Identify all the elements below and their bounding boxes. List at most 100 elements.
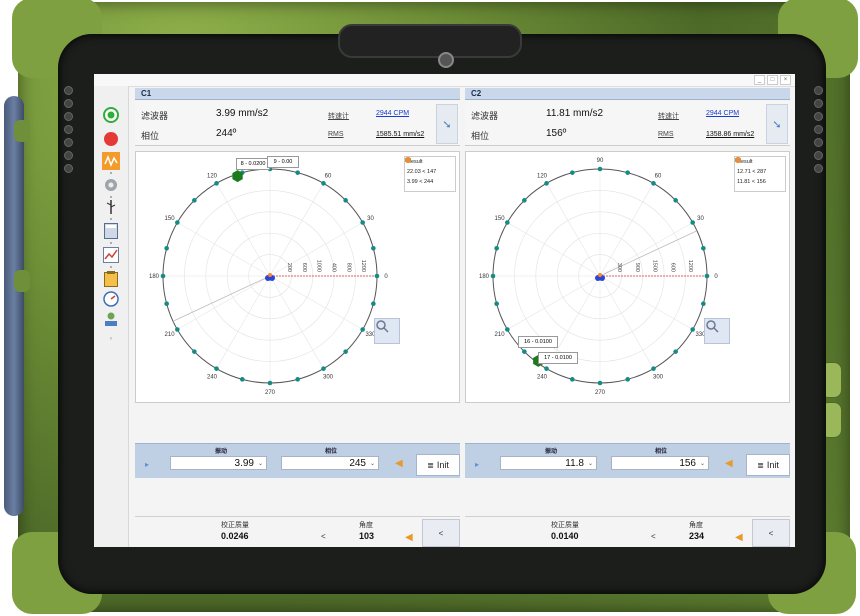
trial-point xyxy=(343,198,348,203)
trial-point xyxy=(371,246,376,251)
trial-point xyxy=(214,181,219,186)
maximize-button[interactable]: □ xyxy=(767,75,778,85)
trial-point xyxy=(570,170,575,175)
grid-spoke xyxy=(269,183,324,277)
camera-icon xyxy=(438,52,454,68)
grid-spoke xyxy=(216,275,271,369)
init-button[interactable]: ≣ Init xyxy=(746,454,790,476)
spinner-icon[interactable]: ⌄ xyxy=(258,457,263,471)
clipboard-icon[interactable] xyxy=(102,270,120,288)
phase-value: 156º xyxy=(546,128,567,139)
legend-entry: 12.71 < 287 xyxy=(737,169,767,175)
radial-tick-label: 200 xyxy=(286,263,292,272)
speaker-icon[interactable]: ◀ xyxy=(405,532,413,543)
trial-point xyxy=(490,273,496,279)
trial-point xyxy=(175,220,180,225)
trial-point xyxy=(192,198,197,203)
vibration-input[interactable]: 11.8 ⌄ xyxy=(500,456,597,470)
list-icon: ≣ xyxy=(427,460,434,470)
tachometer-value[interactable]: 2944 CPM xyxy=(706,110,739,117)
angle-tick-label: 300 xyxy=(653,374,664,380)
panel-title: C2 xyxy=(465,88,790,100)
zoom-icon[interactable] xyxy=(374,318,400,344)
angle-tick-label: 210 xyxy=(495,332,506,338)
filter-label: 滤波器 xyxy=(471,111,499,121)
filter-value: 3.99 mm/s2 xyxy=(216,108,269,119)
stylus-pen xyxy=(4,96,24,516)
back-button[interactable]: < xyxy=(752,519,790,547)
play-arrow-icon[interactable]: ▸ xyxy=(145,460,149,469)
stop-icon[interactable] xyxy=(102,130,120,148)
legend-entry: 11.81 < 156 xyxy=(737,179,766,185)
calculator-icon[interactable] xyxy=(102,222,120,240)
trend-icon[interactable] xyxy=(102,246,120,264)
tachometer-value[interactable]: 2944 CPM xyxy=(376,110,409,117)
user-icon[interactable] xyxy=(102,310,120,328)
angle-label: 角度 xyxy=(689,522,703,529)
trial-point xyxy=(522,198,527,203)
gear-icon[interactable] xyxy=(102,176,120,194)
phase-input[interactable]: 156 ⌄ xyxy=(611,456,709,470)
trial-point xyxy=(295,170,300,175)
correction-mass-label: 校正质量 xyxy=(221,522,249,529)
side-clip xyxy=(14,270,30,292)
angle-tick-label: 0 xyxy=(714,274,718,280)
spinner-icon[interactable]: ⌄ xyxy=(700,457,705,471)
rms-label: RMS xyxy=(658,131,674,138)
minimize-button[interactable]: _ xyxy=(754,75,765,85)
zoom-icon[interactable] xyxy=(704,318,730,344)
tooltip: 16 - 0.0100 xyxy=(518,336,558,348)
less-than-symbol: < xyxy=(651,532,656,541)
phase-input[interactable]: 245 ⌄ xyxy=(281,456,379,470)
vibration-input[interactable]: 3.99 ⌄ xyxy=(170,456,267,470)
trial-point xyxy=(267,380,273,386)
start-icon[interactable] xyxy=(102,106,120,124)
toolbar-collapse-icon[interactable]: ‹ xyxy=(102,330,120,348)
speaker-icon[interactable]: ◀ xyxy=(395,458,403,469)
gauge-icon[interactable] xyxy=(102,290,120,308)
filter-value: 11.81 mm/s2 xyxy=(546,108,604,119)
trial-point xyxy=(570,377,575,382)
vibration-input-value: 3.99 xyxy=(234,458,254,469)
angle-tick-label: 270 xyxy=(595,390,606,396)
tooltip: 17 - 0.0100 xyxy=(538,352,578,364)
trial-point xyxy=(505,327,510,332)
radial-tick-label: 1200 xyxy=(360,260,366,272)
input-bar: 振动 相位 ▸ 11.8 ⌄ 156 ⌄ ◀ ≣ Init xyxy=(465,443,790,478)
correction-mass-value: 0.0140 xyxy=(551,531,579,541)
less-than-symbol: < xyxy=(321,532,326,541)
expand-arrow-icon[interactable]: ➘ xyxy=(766,104,788,144)
back-button[interactable]: < xyxy=(422,519,460,547)
close-button[interactable]: × xyxy=(780,75,791,85)
angle-tick-label: 60 xyxy=(655,174,662,180)
angle-tick-label: 150 xyxy=(165,216,176,222)
trial-point xyxy=(164,301,169,306)
grid-spoke xyxy=(177,275,271,330)
speaker-icon[interactable]: ◀ xyxy=(735,532,743,543)
trial-point xyxy=(597,166,603,172)
left-toolbar: ‹ xyxy=(94,86,129,547)
wave-icon[interactable] xyxy=(102,152,120,170)
speaker-icon[interactable]: ◀ xyxy=(725,458,733,469)
angle-tick-label: 270 xyxy=(265,390,276,396)
trial-point xyxy=(690,220,695,225)
spinner-icon[interactable]: ⌄ xyxy=(588,457,593,471)
trial-point xyxy=(321,366,326,371)
polar-plot: 90 60 30 0 330 300 270 240 210 180 150 120 300 900 150… xyxy=(465,151,790,403)
init-button[interactable]: ≣ Init xyxy=(416,454,460,476)
trial-point xyxy=(704,273,710,279)
correction-mass-value: 0.0246 xyxy=(221,531,249,541)
rms-value: 1585.51 mm/s2 xyxy=(376,131,425,138)
grid-spoke xyxy=(507,275,601,330)
angle-value: 234 xyxy=(689,531,705,541)
angle-tick-label: 210 xyxy=(165,332,176,338)
angle-tick-label: 150 xyxy=(495,216,506,222)
plot-legend: Result 12.71 < 287 11.81 < 156 xyxy=(734,156,786,192)
play-arrow-icon[interactable]: ▸ xyxy=(475,460,479,469)
expand-arrow-icon[interactable]: ➘ xyxy=(436,104,458,144)
info-strip: 滤波器 11.81 mm/s2 转速计 2944 CPM 相位 156º RMS… xyxy=(465,101,790,146)
angle-tick-label: 240 xyxy=(207,374,218,380)
trial-point xyxy=(701,246,706,251)
spinner-icon[interactable]: ⌄ xyxy=(370,457,375,471)
usb-icon[interactable] xyxy=(102,198,120,216)
